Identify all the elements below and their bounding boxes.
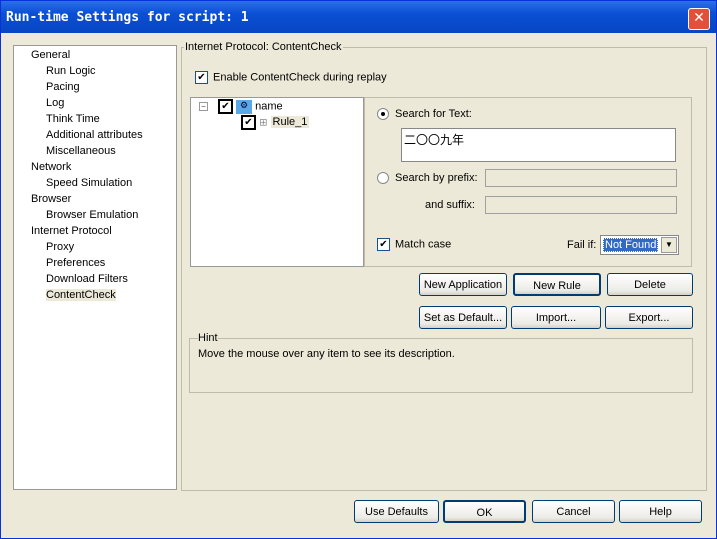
tree-item-contentcheck[interactable]: ContentCheck <box>46 289 116 301</box>
suffix-label: and suffix: <box>425 199 475 211</box>
search-prefix-radio[interactable]: Search by prefix: <box>377 172 478 185</box>
cancel-button[interactable]: Cancel <box>532 500 615 523</box>
use-defaults-button[interactable]: Use Defaults <box>354 500 439 523</box>
checkbox-checked[interactable]: ✔ <box>377 238 390 251</box>
tree-item-speed-simulation[interactable]: Speed Simulation <box>46 177 132 189</box>
search-text-radio[interactable]: Search for Text: <box>377 108 472 121</box>
close-icon[interactable]: ✕ <box>688 8 710 30</box>
collapse-icon[interactable]: − <box>199 102 208 111</box>
tree-item-miscellaneous[interactable]: Miscellaneous <box>46 145 116 157</box>
prefix-input[interactable] <box>485 169 677 187</box>
chevron-down-icon[interactable]: ▼ <box>661 237 677 253</box>
tree-item-network[interactable]: Network <box>31 161 71 173</box>
hint-group: Hint Move the mouse over any item to see… <box>189 332 693 393</box>
rule-root[interactable]: ✔ ⚙ name <box>218 99 283 114</box>
run-time-settings-dialog: Run-time Settings for script: 1 ✕ Genera… <box>0 0 717 539</box>
suffix-input[interactable] <box>485 196 677 214</box>
rule-icon: ⊞ <box>259 117 268 129</box>
hint-text: Move the mouse over any item to see its … <box>198 348 455 360</box>
set-as-default-button[interactable]: Set as Default... <box>419 306 507 329</box>
tree-item-browser[interactable]: Browser <box>31 193 71 205</box>
new-application-button[interactable]: New Application <box>419 273 507 296</box>
help-button[interactable]: Help <box>619 500 702 523</box>
tree-item-proxy[interactable]: Proxy <box>46 241 74 253</box>
rule-details-panel: Search for Text: 二〇〇九年 Search by prefix:… <box>364 97 692 267</box>
tree-item-pacing[interactable]: Pacing <box>46 81 80 93</box>
window-title: Run-time Settings for script: 1 <box>6 10 249 25</box>
import-button[interactable]: Import... <box>511 306 601 329</box>
settings-tree: General Run Logic Pacing Log Think Time Addit… <box>13 45 177 490</box>
tree-item-run-logic[interactable]: Run Logic <box>46 65 96 77</box>
match-case-checkbox[interactable]: ✔ Match case <box>377 238 451 251</box>
title-bar: Run-time Settings for script: 1 ✕ <box>1 1 716 33</box>
tree-item-general[interactable]: General <box>31 49 70 61</box>
fail-if-select[interactable]: Not Found ▼ <box>600 235 679 255</box>
application-icon: ⚙ <box>236 99 253 114</box>
tree-item-internet-protocol[interactable]: Internet Protocol <box>31 225 112 237</box>
section-title: Internet Protocol: ContentCheck <box>184 41 343 53</box>
rule-item[interactable]: ✔ ⊞ Rule_1 <box>241 115 310 130</box>
export-button[interactable]: Export... <box>605 306 693 329</box>
ok-button[interactable]: OK <box>443 500 526 523</box>
search-text-input[interactable]: 二〇〇九年 <box>401 128 676 162</box>
tree-item-preferences[interactable]: Preferences <box>46 257 105 269</box>
tree-item-think-time[interactable]: Think Time <box>46 113 100 125</box>
tree-item-additional-attributes[interactable]: Additional attributes <box>46 129 143 141</box>
enable-contentcheck-checkbox[interactable]: ✔ Enable ContentCheck during replay <box>195 71 387 84</box>
checkbox-checked[interactable]: ✔ <box>195 71 208 84</box>
new-rule-button[interactable]: New Rule <box>513 273 601 296</box>
rules-tree: − ✔ ⚙ name ✔ ⊞ Rule_1 <box>190 97 364 267</box>
hint-title: Hint <box>198 332 218 344</box>
delete-button[interactable]: Delete <box>607 273 693 296</box>
tree-item-browser-emulation[interactable]: Browser Emulation <box>46 209 138 221</box>
checkbox-checked[interactable]: ✔ <box>218 99 233 114</box>
fail-if-label: Fail if: <box>567 239 597 251</box>
checkbox-checked[interactable]: ✔ <box>241 115 256 130</box>
tree-item-download-filters[interactable]: Download Filters <box>46 273 128 285</box>
tree-item-log[interactable]: Log <box>46 97 64 109</box>
